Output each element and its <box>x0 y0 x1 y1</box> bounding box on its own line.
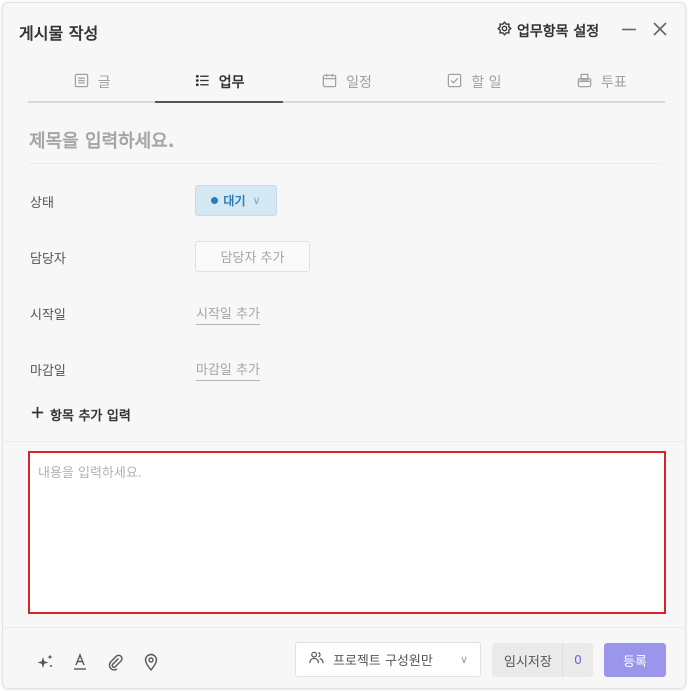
add-item-label: 항목 추가 입력 <box>50 409 131 424</box>
tab-task[interactable]: 업무 <box>155 63 284 103</box>
save-draft-label: 임시저장 <box>504 654 552 670</box>
tab-post[interactable]: 글 <box>28 63 155 101</box>
location-pin-icon <box>144 653 158 672</box>
submit-button[interactable]: 등록 <box>604 643 666 677</box>
task-settings-button[interactable]: 업무항목 설정 <box>496 20 599 41</box>
chevron-down-icon: ∨ <box>459 653 468 666</box>
chevron-down-icon: ∨ <box>252 194 261 207</box>
checkbox-icon <box>446 72 463 93</box>
tab-todo[interactable]: 할 일 <box>410 63 537 101</box>
add-start-date-link[interactable]: 시작일 추가 <box>196 303 260 325</box>
ballot-box-icon <box>576 72 593 93</box>
tab-vote[interactable]: 투표 <box>538 63 665 101</box>
status-value: 대기 <box>223 194 246 208</box>
tab-schedule[interactable]: 일정 <box>283 63 410 101</box>
due-date-label: 마감일 <box>30 364 66 379</box>
start-date-label: 시작일 <box>30 308 66 323</box>
status-dropdown[interactable]: 대기 ∨ <box>195 185 277 216</box>
visibility-scope-dropdown[interactable]: 프로젝트 구성원만 ∨ <box>295 642 481 677</box>
tab-label: 할 일 <box>471 75 502 91</box>
ai-assist-button[interactable] <box>34 651 56 673</box>
assignee-label: 담당자 <box>30 252 66 267</box>
post-type-tabs: 글 업무 일정 할 일 투표 <box>28 63 665 103</box>
close-icon <box>653 22 667 36</box>
list-icon <box>194 72 211 93</box>
divider <box>4 441 686 442</box>
tab-label: 글 <box>97 75 111 91</box>
status-label: 상태 <box>30 196 54 211</box>
gear-icon <box>496 20 513 41</box>
calendar-icon <box>321 72 338 93</box>
plus-icon <box>30 405 45 424</box>
minimize-icon <box>622 28 636 31</box>
add-location-button[interactable] <box>140 651 162 673</box>
close-button[interactable] <box>650 19 670 39</box>
text-format-button[interactable] <box>69 651 91 673</box>
task-settings-label: 업무항목 설정 <box>517 23 600 40</box>
tab-label: 일정 <box>346 75 372 91</box>
add-item-button[interactable]: 항목 추가 입력 <box>30 405 131 424</box>
text-format-icon <box>74 653 86 670</box>
tab-label: 투표 <box>600 75 627 91</box>
dialog-title: 게시물 작성 <box>19 24 99 43</box>
save-draft-button[interactable]: 임시저장 0 <box>492 643 593 677</box>
members-icon <box>308 649 333 670</box>
attach-file-button[interactable] <box>104 651 126 673</box>
draft-count-badge[interactable]: 0 <box>561 643 593 677</box>
tab-label: 업무 <box>218 75 245 91</box>
visibility-scope-value: 프로젝트 구성원만 <box>333 654 433 669</box>
add-due-date-link[interactable]: 마감일 추가 <box>196 359 260 381</box>
divider <box>4 627 686 628</box>
status-dot-icon <box>211 197 219 204</box>
subject-input[interactable] <box>29 120 661 164</box>
document-icon <box>73 72 90 93</box>
post-compose-dialog: 게시물 작성 업무항목 설정 글 업무 일정 할 일 투표 제목을 입력하세요.… <box>2 2 686 689</box>
content-textarea[interactable] <box>28 451 666 614</box>
add-assignee-button[interactable]: 담당자 추가 <box>195 241 310 272</box>
attachment-icon <box>108 654 123 671</box>
ai-sparkle-icon <box>37 654 53 668</box>
minimize-button[interactable] <box>619 19 639 39</box>
